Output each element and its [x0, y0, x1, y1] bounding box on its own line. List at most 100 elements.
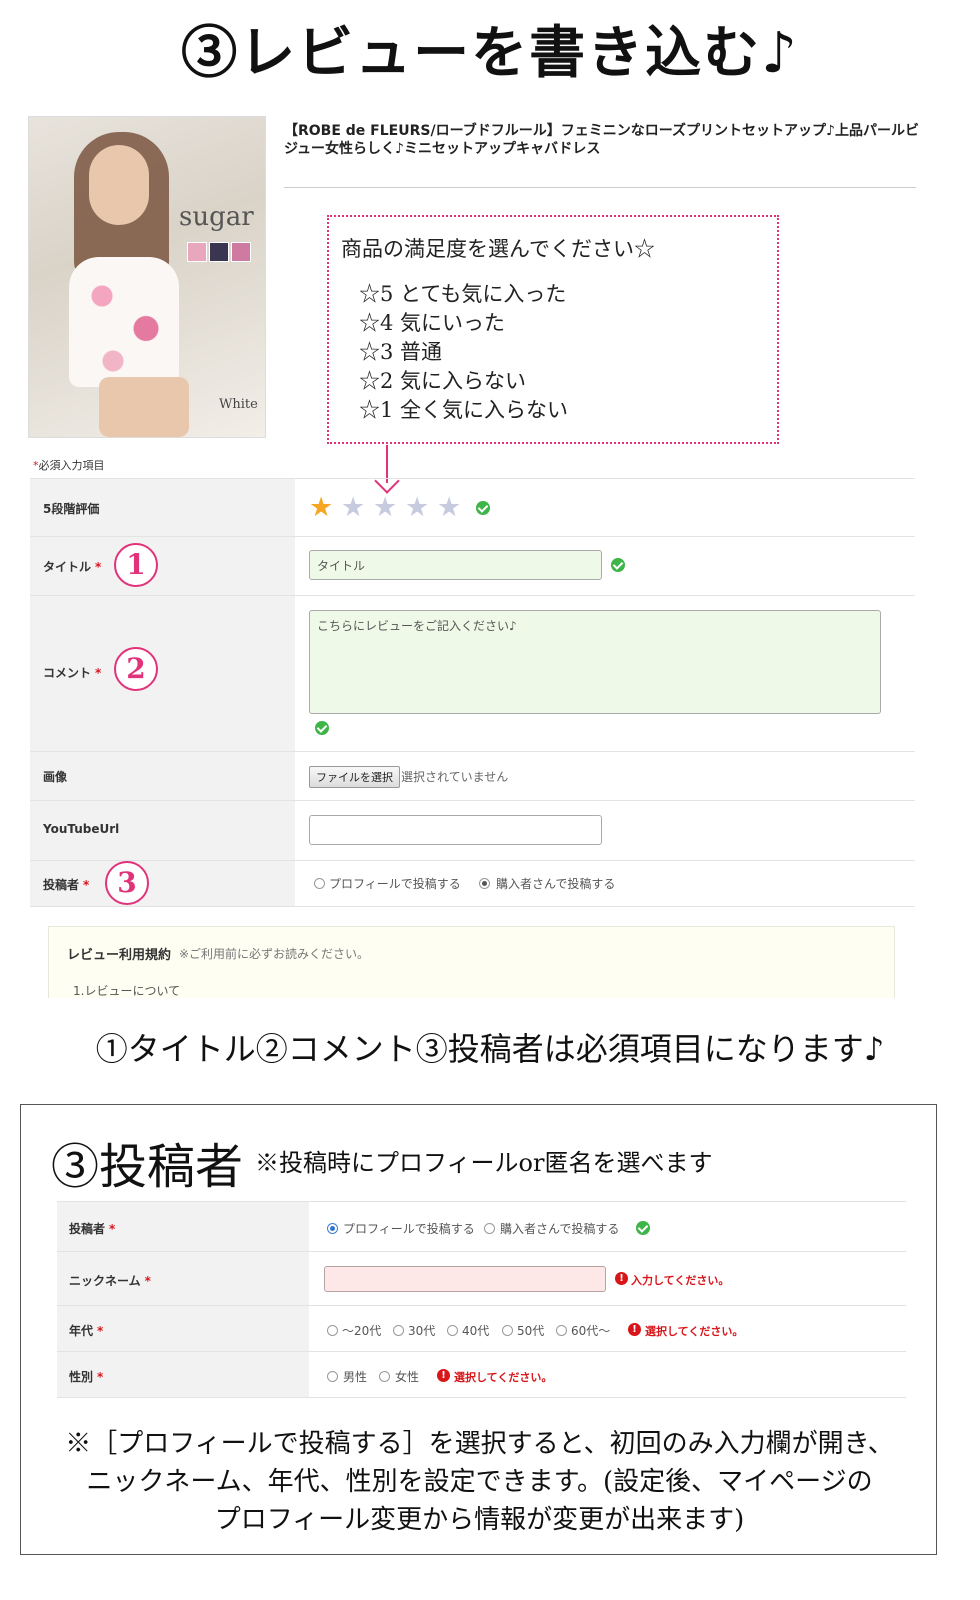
gender-label: 性別 *	[69, 1368, 103, 1385]
rating-label: 5段階評価	[43, 502, 100, 516]
nickname-error: 入力してください。	[631, 1274, 730, 1287]
radio-buyer[interactable]	[484, 1223, 495, 1234]
radio-age[interactable]	[556, 1325, 567, 1336]
radio-gender-label[interactable]: 男性	[343, 1368, 367, 1385]
poster-note-line: プロフィール変更から情報が変更が出来ます)	[214, 1505, 745, 1535]
row-label-cell	[30, 752, 295, 800]
required-mark: *	[95, 666, 102, 680]
poster-label: 投稿者 *	[69, 1220, 115, 1237]
comment-label: コメント *	[43, 664, 101, 681]
poster-section-heading: ③投稿者	[51, 1139, 244, 1195]
radio-buyer[interactable]	[479, 878, 490, 889]
star-icon[interactable]: ★	[373, 494, 397, 521]
radio-buyer-label[interactable]: 購入者さんで投稿する	[500, 1220, 619, 1237]
nickname-label: ニックネーム *	[69, 1272, 151, 1289]
radio-profile-label[interactable]: プロフィールで投稿する	[343, 1220, 475, 1237]
required-mark: *	[95, 560, 102, 574]
star-icon[interactable]: ★	[405, 494, 429, 521]
required-note-text: 必須入力項目	[38, 459, 105, 472]
star-icon[interactable]: ★	[341, 494, 365, 521]
poster-note-line: ニックネーム、年代、性別を設定できます。(設定後、マイページの	[86, 1467, 873, 1497]
gender-error: 選択してください。	[454, 1371, 553, 1384]
radio-age-label[interactable]: ～20代	[342, 1322, 381, 1339]
youtube-label: YouTubeUrl	[43, 822, 120, 836]
divider	[284, 187, 916, 188]
rating-guide-line: ☆3 普通	[359, 340, 443, 364]
radio-age-label[interactable]: 30代	[408, 1322, 435, 1339]
poster-section-subheading: ※投稿時にプロフィールor匿名を選べます	[255, 1149, 713, 1177]
radio-age-label[interactable]: 40代	[462, 1322, 489, 1339]
radio-profile[interactable]	[314, 878, 325, 889]
check-icon	[611, 558, 625, 572]
poster-section: ③投稿者 ※投稿時にプロフィールor匿名を選べます 投稿者 * プロフィールで投稿…	[20, 1104, 937, 1555]
rating-row: 5段階評価 ★ ★ ★ ★ ★	[30, 478, 915, 537]
radio-profile-label[interactable]: プロフィールで投稿する	[329, 875, 461, 892]
nickname-row: ニックネーム * ! 入力してください。	[57, 1252, 906, 1306]
radio-age[interactable]	[393, 1325, 404, 1336]
required-mark: *	[97, 1324, 104, 1338]
title-label: タイトル *	[43, 558, 101, 575]
gender-row: 性別 * 男性 女性 ! 選択してください。	[57, 1352, 906, 1398]
star-icon[interactable]: ★	[309, 494, 333, 521]
image-row: 画像 ファイルを選択 選択されていません	[30, 752, 915, 801]
check-icon	[315, 721, 329, 735]
gender-label-text: 性別	[69, 1370, 94, 1384]
model-legs-shape	[99, 377, 189, 437]
title-input[interactable]: タイトル	[309, 550, 602, 580]
radio-gender[interactable]	[379, 1371, 390, 1382]
terms-note: ※ご利用前に必ずお読みください。	[179, 947, 370, 961]
title-row: タイトル * 1 タイトル	[30, 537, 915, 596]
radio-buyer-label[interactable]: 購入者さんで投稿する	[496, 875, 615, 892]
poster-label-text: 投稿者	[69, 1222, 106, 1236]
poster-label: 投稿者 *	[43, 876, 89, 893]
color-swatch	[231, 242, 251, 262]
poster-note-line: ※［プロフィールで投稿する］を選択すると、初回のみ入力欄が開き、	[65, 1429, 894, 1459]
product-image[interactable]: sugar White	[28, 116, 266, 438]
nickname-label-text: ニックネーム	[69, 1274, 141, 1288]
floral-dress-shape	[69, 257, 179, 387]
age-label: 年代 *	[69, 1322, 103, 1339]
youtube-input[interactable]	[309, 815, 602, 845]
poster-note: ※［プロフィールで投稿する］を選択すると、初回のみ入力欄が開き、 ニックネーム、…	[21, 1425, 938, 1539]
required-mark: *	[109, 1222, 116, 1236]
youtube-row: YouTubeUrl	[30, 801, 915, 861]
age-error: 選択してください。	[645, 1325, 744, 1338]
comment-label-text: コメント	[43, 666, 92, 680]
rating-guide-heading: 商品の満足度を選んでください☆	[341, 237, 655, 261]
page-title: ③レビューを書き込む♪	[181, 20, 799, 86]
step-badge-3: 3	[105, 861, 149, 905]
nickname-input[interactable]	[324, 1266, 606, 1292]
rating-guide-line: ☆5 とても気に入った	[359, 282, 567, 306]
step-badge-1: 1	[114, 543, 158, 587]
poster-row: 投稿者 * プロフィールで投稿する 購入者さんで投稿する	[57, 1201, 906, 1252]
check-icon	[636, 1221, 650, 1235]
error-icon: !	[628, 1323, 641, 1336]
required-caption: ①タイトル②コメント③投稿者は必須項目になります♪	[95, 1030, 885, 1068]
comment-row: コメント * 2 こちらにレビューをご記入ください♪	[30, 596, 915, 752]
radio-gender-label[interactable]: 女性	[395, 1368, 419, 1385]
required-mark: *	[144, 1274, 151, 1288]
error-icon: !	[437, 1369, 450, 1382]
radio-age[interactable]	[502, 1325, 513, 1336]
radio-age-label[interactable]: 50代	[517, 1322, 544, 1339]
radio-age[interactable]	[447, 1325, 458, 1336]
comment-textarea[interactable]: こちらにレビューをご記入ください♪	[309, 610, 881, 714]
star-icon[interactable]: ★	[437, 494, 461, 521]
rating-guide-box: 商品の満足度を選んでください☆ ☆5 とても気に入った ☆4 気にいった ☆3 …	[327, 215, 779, 444]
poster-label-text: 投稿者	[43, 878, 80, 892]
rating-guide-line: ☆1 全く気に入らない	[359, 398, 569, 422]
age-label-text: 年代	[69, 1324, 94, 1338]
color-swatch	[209, 242, 229, 262]
radio-gender[interactable]	[327, 1371, 338, 1382]
radio-profile[interactable]	[327, 1223, 338, 1234]
required-mark: *	[97, 1370, 104, 1384]
product-name[interactable]: 【ROBE de FLEURS/ローブドフルール】フェミニンなローズプリントセッ…	[284, 122, 924, 158]
error-icon: !	[615, 1272, 628, 1285]
required-mark: *	[83, 878, 90, 892]
title-label-text: タイトル	[43, 560, 92, 574]
model-face-shape	[89, 145, 149, 225]
file-select-button[interactable]: ファイルを選択	[309, 766, 400, 788]
radio-age-label[interactable]: 60代～	[571, 1322, 610, 1339]
file-status: 選択されていません	[401, 770, 509, 784]
radio-age[interactable]	[327, 1325, 338, 1336]
